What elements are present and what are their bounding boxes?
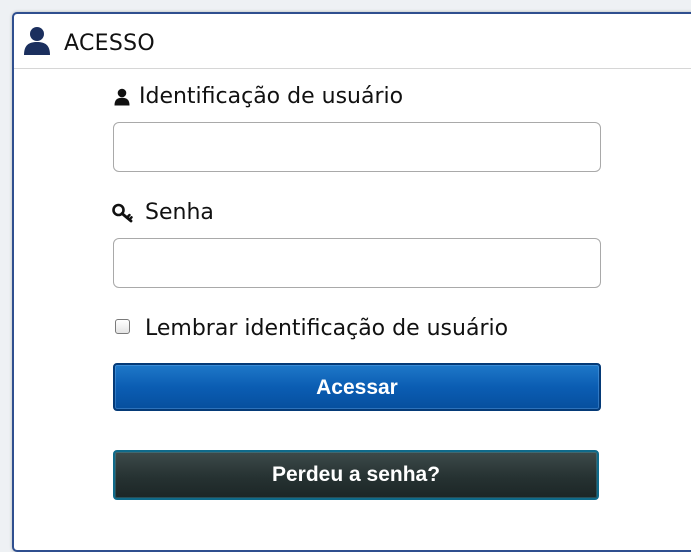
login-button[interactable]: Acessar — [113, 363, 601, 411]
login-panel: ACESSO Identificação de usuário Senha Le… — [12, 12, 691, 552]
username-label: Identificação de usuário — [139, 84, 404, 109]
panel-header: ACESSO — [14, 14, 691, 69]
password-input[interactable] — [113, 238, 601, 288]
remember-checkbox[interactable] — [115, 319, 130, 334]
panel-title: ACESSO — [64, 31, 155, 56]
user-icon — [24, 27, 50, 55]
user-icon — [114, 88, 130, 106]
key-icon — [112, 203, 133, 223]
username-input[interactable] — [113, 122, 601, 172]
remember-label[interactable]: Lembrar identificação de usuário — [145, 316, 508, 342]
password-label: Senha — [145, 200, 214, 225]
forgot-password-button[interactable]: Perdeu a senha? — [113, 450, 599, 500]
